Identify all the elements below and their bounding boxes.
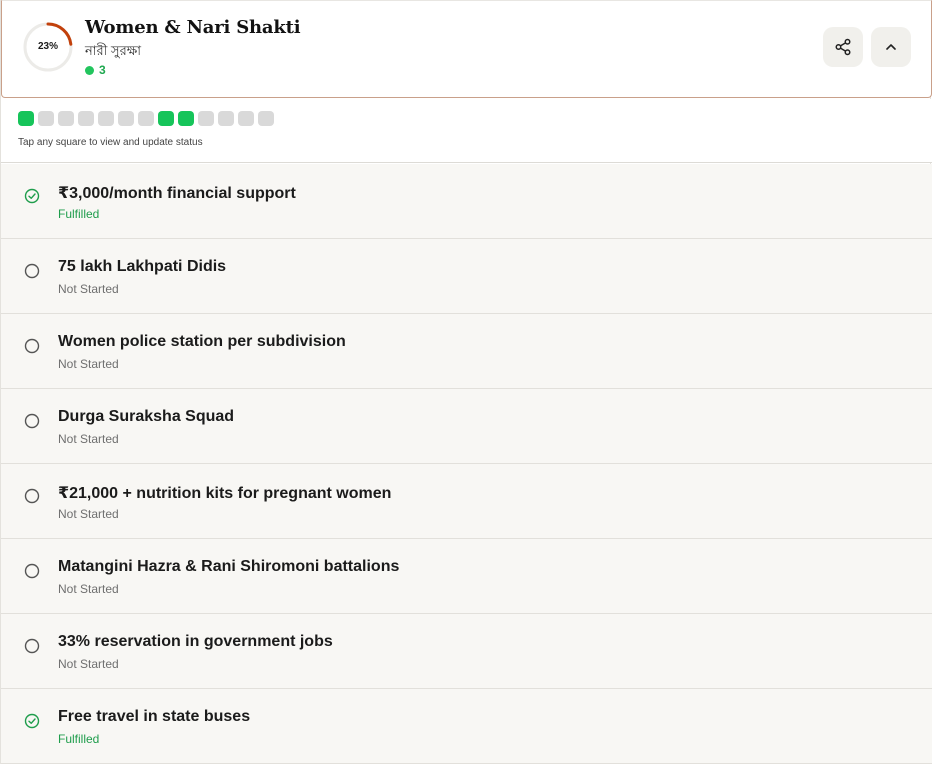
status-square[interactable] — [38, 111, 54, 126]
promise-category-card: 23% Women & Nari Shakti নারী সুরক্ষা 3 T… — [0, 0, 932, 764]
promise-status: Not Started — [58, 582, 119, 596]
status-square[interactable] — [198, 111, 214, 126]
promise-row[interactable]: ₹21,000 + nutrition kits for pregnant wo… — [1, 464, 932, 539]
promise-title: ₹21,000 + nutrition kits for pregnant wo… — [58, 485, 392, 502]
status-square[interactable] — [238, 111, 254, 126]
status-square[interactable] — [218, 111, 234, 126]
status-square[interactable] — [18, 111, 34, 126]
check-circle-icon[interactable] — [24, 188, 40, 204]
progress-ring: 23% — [22, 21, 74, 73]
promise-row[interactable]: Women police station per subdivision Not … — [1, 314, 932, 389]
promise-row[interactable]: Free travel in state buses Fulfilled — [1, 689, 932, 764]
category-subtitle: নারী সুরক্ষা — [85, 43, 142, 58]
promise-title: 75 lakh Lakhpati Didis — [58, 258, 227, 275]
status-hint: Tap any square to view and update status — [18, 137, 203, 148]
promise-title: 33% reservation in government jobs — [58, 633, 333, 650]
promise-title: Durga Suraksha Squad — [58, 408, 235, 425]
status-square[interactable] — [58, 111, 74, 126]
empty-circle-icon[interactable] — [24, 638, 40, 654]
promise-status: Fulfilled — [58, 207, 100, 221]
promise-status: Not Started — [58, 432, 119, 446]
empty-circle-icon[interactable] — [24, 488, 40, 504]
promise-status: Not Started — [58, 282, 119, 296]
promise-row[interactable]: Matangini Hazra & Rani Shiromoni battali… — [1, 539, 932, 614]
status-square[interactable] — [118, 111, 134, 126]
progress-percent: 23% — [37, 41, 58, 52]
empty-circle-icon[interactable] — [24, 563, 40, 579]
status-square[interactable] — [98, 111, 114, 126]
promise-title: Matangini Hazra & Rani Shiromoni battali… — [58, 558, 400, 575]
status-squares — [18, 111, 274, 126]
promise-status: Not Started — [58, 657, 119, 671]
category-title: Women & Nari Shakti — [85, 17, 301, 38]
empty-circle-icon[interactable] — [24, 413, 40, 429]
promise-title: Women police station per subdivision — [58, 333, 346, 350]
fulfilled-count-value: 3 — [99, 63, 106, 77]
share-button[interactable] — [823, 27, 863, 67]
promise-list: ₹3,000/month financial support Fulfilled 7… — [1, 164, 932, 764]
collapse-button[interactable] — [871, 27, 911, 67]
empty-circle-icon[interactable] — [24, 263, 40, 279]
promise-status: Not Started — [58, 357, 119, 371]
status-square[interactable] — [258, 111, 274, 126]
promise-status: Not Started — [58, 507, 119, 521]
status-square[interactable] — [138, 111, 154, 126]
status-square[interactable] — [178, 111, 194, 126]
share-icon — [835, 38, 851, 56]
promise-title: ₹3,000/month financial support — [58, 185, 296, 202]
promise-row[interactable]: Durga Suraksha Squad Not Started — [1, 389, 932, 464]
green-dot-icon — [85, 65, 94, 75]
promise-row[interactable]: 33% reservation in government jobs Not St… — [1, 614, 932, 689]
check-circle-icon[interactable] — [24, 713, 40, 729]
promise-status: Fulfilled — [58, 732, 100, 746]
status-squares-panel — [1, 99, 932, 163]
promise-row[interactable]: 75 lakh Lakhpati Didis Not Started — [1, 239, 932, 314]
status-square[interactable] — [78, 111, 94, 126]
promise-row[interactable]: ₹3,000/month financial support Fulfilled — [1, 164, 932, 239]
fulfilled-count: 3 — [85, 63, 106, 77]
empty-circle-icon[interactable] — [24, 338, 40, 354]
chevron-up-icon — [886, 44, 896, 50]
status-square[interactable] — [158, 111, 174, 126]
promise-title: Free travel in state buses — [58, 708, 251, 725]
category-header[interactable]: 23% Women & Nari Shakti নারী সুরক্ষা 3 — [1, 0, 932, 98]
